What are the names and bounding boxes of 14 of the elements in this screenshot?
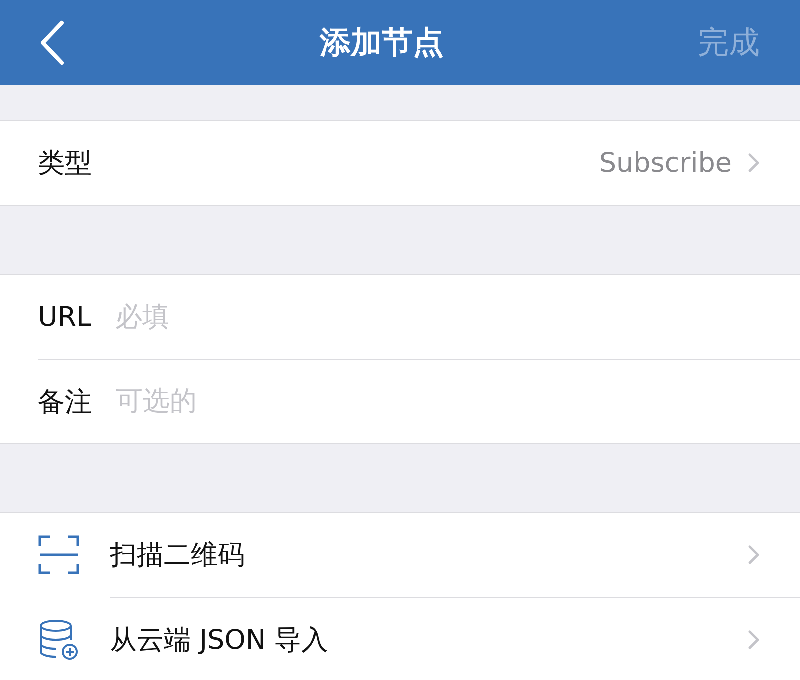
chevron-icon (748, 153, 760, 173)
input-field[interactable]: 必填 (116, 302, 760, 332)
page-title: 添加节点 (320, 24, 444, 62)
type-label: 类型 (38, 147, 93, 181)
chevron-icon (748, 545, 760, 565)
action-label[interactable]: 从云端 JSON 导入 (110, 622, 748, 658)
input-field[interactable]: 可选的 (116, 386, 760, 417)
scan-frame-icon (38, 534, 80, 576)
field-label: 备注 (38, 386, 92, 420)
chevron-icon (748, 630, 760, 650)
database-add-icon (38, 619, 80, 661)
back-button[interactable] (38, 18, 66, 66)
field-label: URL (38, 302, 92, 332)
action-label[interactable]: 扫描二维码 (110, 537, 748, 573)
